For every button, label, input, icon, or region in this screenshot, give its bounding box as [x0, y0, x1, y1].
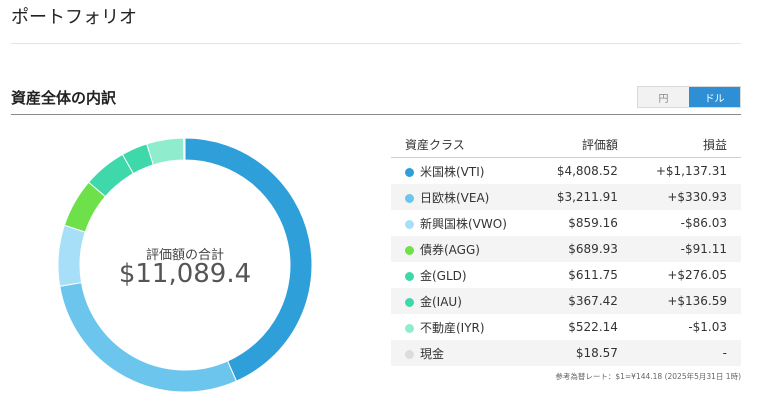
asset-profit-loss: +$136.59	[631, 288, 741, 314]
asset-profit-loss: -$91.11	[631, 236, 741, 262]
exchange-rate-note: 参考為替レート：$1=¥144.18 (2025年5月31日 1時)	[555, 372, 741, 381]
asset-name: 金(GLD)	[420, 268, 467, 283]
asset-value: $367.42	[533, 288, 632, 314]
asset-name-cell: 金(GLD)	[391, 262, 534, 288]
legend-dot	[405, 297, 414, 307]
asset-profit-loss: +$1,137.31	[655, 164, 727, 178]
asset-value: $4,808.52	[556, 164, 618, 178]
asset-name: 日欧株(VEA)	[420, 190, 490, 205]
table-row: 金(GLD) $611.75 +$276.05	[391, 262, 741, 288]
asset-name-cell: 日欧株(VEA)	[391, 184, 534, 210]
total-value: $11,089.4	[118, 259, 252, 289]
page-title: ポートフォリオ	[11, 7, 137, 28]
table-row: 日欧株(VEA) $3,211.91 +$330.93	[391, 184, 741, 210]
legend-dot	[405, 323, 414, 333]
asset-name-cell: 金(IAU)	[391, 288, 534, 314]
table-row: 金(IAU) $367.42 +$136.59	[391, 288, 741, 314]
legend-dot	[405, 167, 414, 177]
legend-dot	[405, 219, 414, 229]
asset-value: $859.16	[568, 216, 618, 230]
asset-name-cell: 不動産(IYR)	[391, 314, 534, 340]
asset-name: 米国株(VTI)	[420, 164, 485, 179]
asset-profit-loss: +$330.93	[631, 184, 741, 210]
asset-value: $3,211.91	[533, 184, 632, 210]
asset-name: 金(IAU)	[420, 294, 462, 309]
asset-table: 資産クラス 評価額 損益 米国株(VTI) $4,808.52 +$1,137.31…	[391, 131, 741, 366]
legend-dot	[405, 193, 414, 203]
asset-value: $18.57	[533, 340, 632, 366]
currency-option-dollar[interactable]: ドル	[689, 87, 740, 107]
header-profit-loss: 損益	[631, 131, 741, 158]
header-divider	[11, 43, 741, 44]
asset-name: 債券(AGG)	[420, 242, 480, 257]
currency-option-yen[interactable]: 円	[638, 87, 689, 107]
donut-segment	[59, 281, 238, 393]
currency-toggle: 円 ドル	[637, 86, 741, 108]
asset-profit-loss: -$1.03	[688, 320, 727, 334]
header-asset-class: 資産クラス	[391, 131, 534, 158]
section-title: 資産全体の内訳	[11, 89, 117, 107]
asset-profit-loss: +$276.05	[667, 268, 727, 282]
legend-dot	[405, 271, 414, 281]
asset-name: 新興国株(VWO)	[420, 216, 507, 231]
asset-profit-loss: -	[631, 340, 741, 366]
asset-value: $522.14	[568, 320, 618, 334]
table-row: 米国株(VTI) $4,808.52 +$1,137.31	[391, 158, 741, 185]
asset-value: $611.75	[568, 268, 618, 282]
legend-dot	[405, 349, 414, 359]
table-row: 現金 $18.57-	[391, 340, 741, 366]
asset-table-header: 資産クラス 評価額 損益	[391, 131, 741, 158]
table-row: 不動産(IYR) $522.14 -$1.03	[391, 314, 741, 340]
asset-name: 現金	[420, 346, 445, 361]
asset-name-cell: 債券(AGG)	[391, 236, 534, 262]
legend-dot	[405, 245, 414, 255]
asset-name-cell: 米国株(VTI)	[391, 158, 534, 185]
donut-segment	[183, 137, 186, 161]
asset-name-cell: 新興国株(VWO)	[391, 210, 534, 236]
table-row: 新興国株(VWO) $859.16 -$86.03	[391, 210, 741, 236]
header-value: 評価額	[533, 131, 632, 158]
asset-value: $689.93	[533, 236, 632, 262]
donut-segment	[146, 137, 185, 166]
asset-profit-loss: -$86.03	[680, 216, 727, 230]
section-divider	[11, 114, 741, 115]
table-row: 債券(AGG) $689.93 -$91.11	[391, 236, 741, 262]
asset-name: 不動産(IYR)	[420, 320, 485, 335]
asset-name-cell: 現金	[391, 340, 534, 366]
